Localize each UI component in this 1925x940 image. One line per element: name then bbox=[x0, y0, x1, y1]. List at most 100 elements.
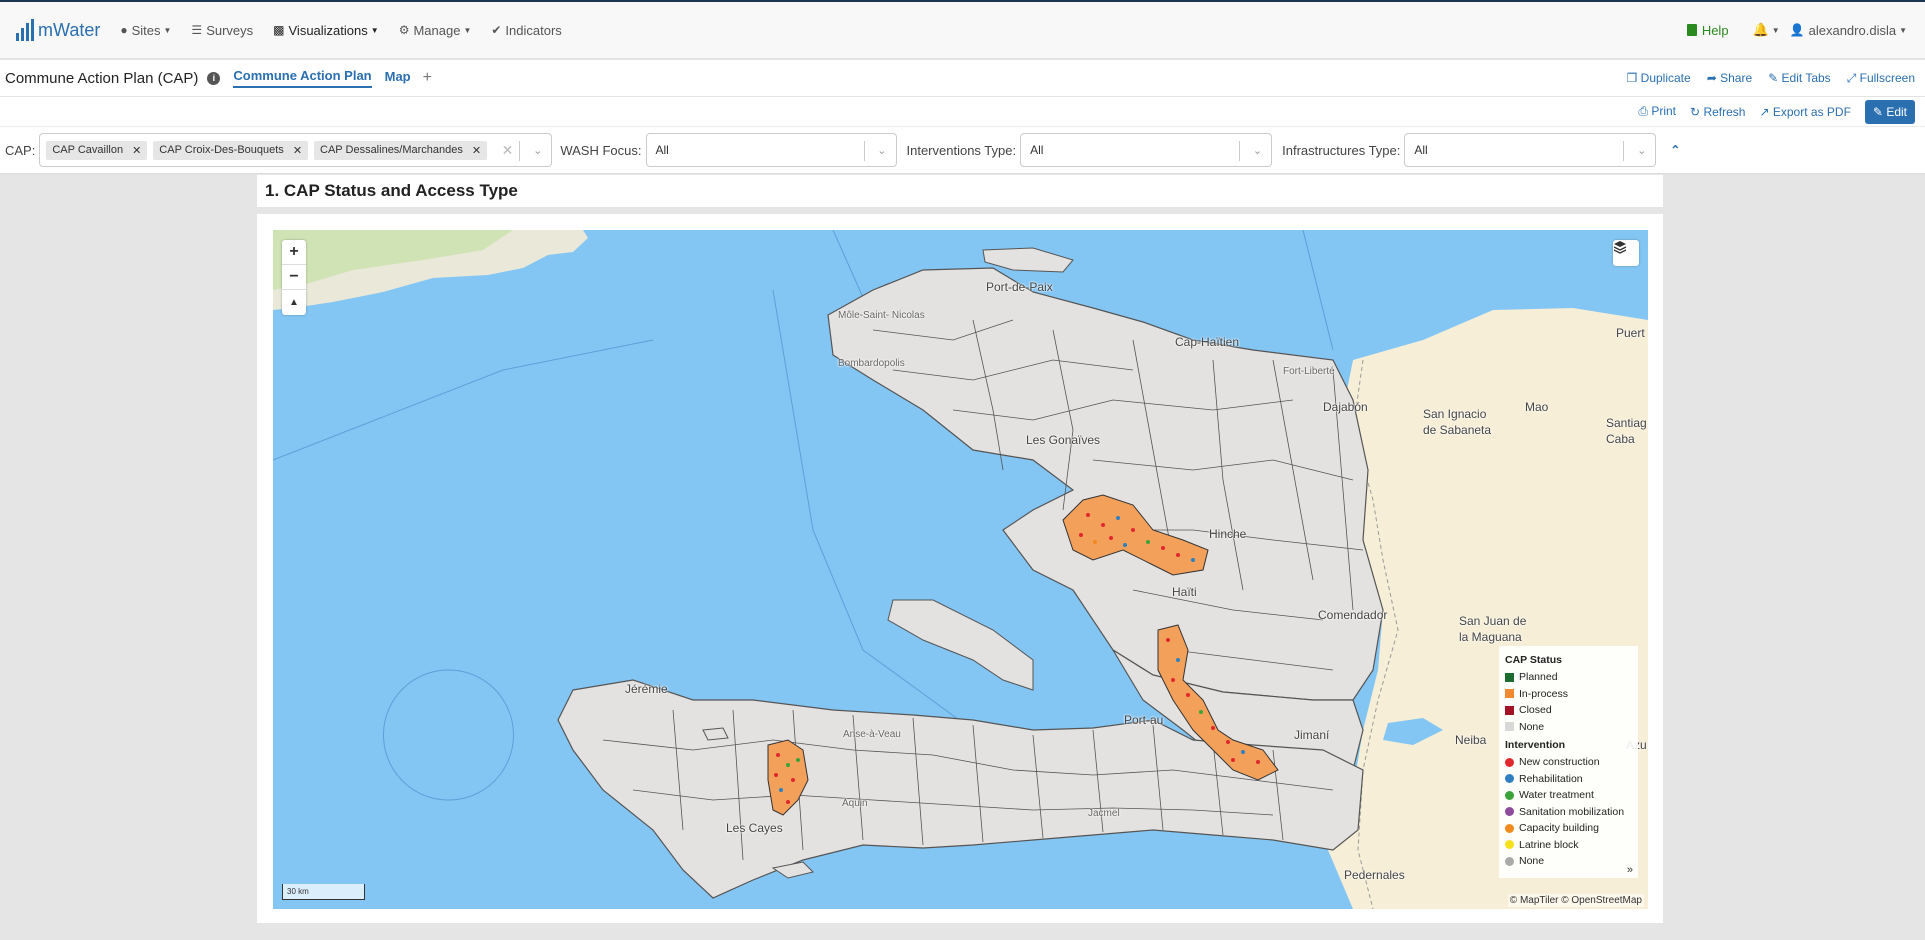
remove-chip-icon[interactable]: ✕ bbox=[132, 144, 141, 157]
nav-indicators[interactable]: ✔ Indicators bbox=[481, 23, 571, 38]
help-link[interactable]: Help bbox=[1686, 22, 1729, 38]
legend-item: Sanitation mobilization bbox=[1505, 804, 1632, 821]
map-label-jimani: Jimaní bbox=[1294, 728, 1330, 742]
add-tab-icon[interactable]: + bbox=[423, 69, 432, 87]
brand-name: mWater bbox=[38, 20, 101, 40]
legend-item: In-process bbox=[1505, 686, 1632, 703]
legend-item: None bbox=[1505, 853, 1632, 870]
section-title: 1. CAP Status and Access Type bbox=[257, 175, 1663, 207]
edit-tabs-button[interactable]: ✎ Edit Tabs bbox=[1768, 71, 1831, 86]
scale-bar: 30 km bbox=[282, 884, 365, 900]
interventions-filter-label: Interventions Type: bbox=[906, 142, 1017, 158]
legend-item: Water treatment bbox=[1505, 787, 1632, 804]
haiti-north-landmass bbox=[827, 267, 1384, 701]
clear-icon[interactable]: ✕ bbox=[502, 142, 514, 159]
edit-button[interactable]: ✎ Edit bbox=[1864, 99, 1915, 124]
info-icon[interactable]: i bbox=[207, 71, 221, 85]
nav-manage[interactable]: ⚙ Manage ▼ bbox=[389, 23, 482, 38]
remove-chip-icon[interactable]: ✕ bbox=[293, 144, 302, 157]
map-widget[interactable]: Port-de-Paix Môle-Saint- Nicolas Bombard… bbox=[273, 230, 1648, 909]
zoom-in-button[interactable]: + bbox=[282, 240, 306, 265]
map-label-les-cayes: Les Cayes bbox=[726, 821, 783, 835]
dot-water-treatment bbox=[1505, 790, 1514, 800]
dashboard-tabbar: Commune Action Plan (CAP) i Commune Acti… bbox=[0, 60, 1925, 97]
map-label-pedernales: Pedernales bbox=[1344, 868, 1405, 882]
remove-chip-icon[interactable]: ✕ bbox=[472, 144, 481, 157]
copy-icon: ❐ bbox=[1626, 70, 1638, 85]
legend-item: None bbox=[1505, 719, 1632, 736]
map-canvas[interactable] bbox=[273, 230, 1648, 909]
pencil-icon: ✎ bbox=[1768, 70, 1779, 85]
cap-filter-label: CAP: bbox=[5, 142, 36, 158]
bar-chart-icon: ▩ bbox=[273, 23, 285, 37]
map-label-fort-liberte: Fort-Liberté bbox=[1283, 366, 1335, 377]
main-navbar: mWater ● Sites ▼ ☰ Surveys ▩ Visualizati… bbox=[0, 2, 1925, 59]
collapse-filters-icon[interactable]: ⌃ bbox=[1670, 143, 1680, 157]
nav-visualizations-label: Visualizations bbox=[288, 22, 368, 38]
map-label-port-de-paix: Port-de-Paix bbox=[986, 280, 1053, 294]
infrastructures-type-select[interactable]: All ⌄ bbox=[1404, 133, 1657, 167]
notifications-button[interactable]: 🔔 ▼ bbox=[1747, 22, 1786, 38]
refresh-label: Refresh bbox=[1703, 104, 1746, 119]
map-attribution[interactable]: © MapTiler © OpenStreetMap bbox=[1507, 894, 1644, 907]
duplicate-button[interactable]: ❐ Duplicate bbox=[1627, 71, 1691, 86]
print-label: Print bbox=[1651, 104, 1677, 118]
share-button[interactable]: ➦ Share bbox=[1707, 71, 1752, 86]
wash-focus-value: All bbox=[655, 143, 669, 157]
chevron-down-icon[interactable]: ⌄ bbox=[877, 144, 886, 157]
dot-sanitation-mobilization bbox=[1505, 807, 1514, 817]
legend-collapse-icon[interactable]: » bbox=[1627, 864, 1633, 876]
map-label-neiba: Neiba bbox=[1455, 733, 1487, 747]
map-label-puerto: Puert bbox=[1616, 326, 1645, 340]
print-button[interactable]: ⎙ Print bbox=[1638, 104, 1676, 119]
swatch-closed bbox=[1505, 705, 1514, 715]
legend-item-label: Planned bbox=[1519, 671, 1558, 684]
chevron-down-icon[interactable]: ⌄ bbox=[533, 144, 542, 157]
expand-icon: ⤢ bbox=[1846, 70, 1857, 85]
nav-sites[interactable]: ● Sites ▼ bbox=[110, 23, 181, 38]
cap-filter-select[interactable]: CAP Cavaillon ✕ CAP Croix-Des-Bouquets ✕ C… bbox=[39, 133, 553, 167]
interventions-type-select[interactable]: All ⌄ bbox=[1020, 133, 1273, 167]
tab-commune-action-plan[interactable]: Commune Action Plan bbox=[233, 68, 372, 88]
ile-de-la-tortue bbox=[982, 247, 1074, 273]
map-label-haiti: Haïti bbox=[1172, 585, 1197, 599]
dot-none bbox=[1505, 856, 1514, 866]
legend-item-label: Latrine block bbox=[1519, 838, 1579, 851]
cap-chip: CAP Dessalines/Marchandes ✕ bbox=[314, 140, 488, 160]
help-label: Help bbox=[1701, 22, 1729, 38]
legend-item-label: Rehabilitation bbox=[1519, 772, 1583, 785]
legend-item: Capacity building bbox=[1505, 820, 1632, 837]
user-menu[interactable]: 👤 alexandro.disla ▼ bbox=[1786, 23, 1907, 38]
refresh-button[interactable]: ↻ Refresh bbox=[1690, 105, 1745, 119]
chevron-down-icon[interactable]: ⌄ bbox=[1253, 144, 1262, 157]
map-label-mole: Môle-Saint- Nicolas bbox=[838, 310, 925, 321]
chevron-down-icon[interactable]: ⌄ bbox=[1637, 144, 1646, 157]
zoom-out-button[interactable]: − bbox=[282, 265, 306, 290]
legend-item: Planned bbox=[1505, 669, 1632, 686]
map-label-san-ignacio: San Ignacio de Sabaneta bbox=[1423, 407, 1492, 437]
gear-icon: ⚙ bbox=[398, 23, 410, 37]
legend-item-label: None bbox=[1519, 720, 1545, 733]
infrastructures-filter-label: Infrastructures Type: bbox=[1282, 142, 1401, 158]
filter-bar: CAP: CAP Cavaillon ✕ CAP Croix-Des-Bouque… bbox=[0, 126, 1925, 174]
brand-logo[interactable]: mWater bbox=[16, 19, 100, 41]
swatch-planned bbox=[1505, 672, 1514, 682]
eez-circle bbox=[383, 669, 514, 801]
nav-sites-label: Sites bbox=[131, 22, 161, 38]
nav-visualizations[interactable]: ▩ Visualizations ▼ bbox=[263, 23, 389, 38]
nav-surveys[interactable]: ☰ Surveys bbox=[181, 23, 263, 38]
bell-icon: 🔔 bbox=[1752, 22, 1769, 37]
dot-new-construction bbox=[1505, 757, 1514, 767]
fullscreen-button[interactable]: ⤢ Fullscreen bbox=[1847, 71, 1915, 86]
reset-north-button[interactable]: ▲ bbox=[282, 290, 306, 315]
wash-focus-select[interactable]: All ⌄ bbox=[645, 133, 897, 167]
swatch-in-process bbox=[1505, 689, 1514, 699]
map-legend: CAP Status Planned In-process Closed Non… bbox=[1499, 646, 1638, 878]
tab-map[interactable]: Map bbox=[385, 69, 411, 87]
select-separator bbox=[863, 141, 865, 161]
export-pdf-button[interactable]: ↗ Export as PDF bbox=[1759, 105, 1850, 119]
caret-down-icon: ▼ bbox=[163, 25, 172, 35]
legend-item-label: In-process bbox=[1519, 687, 1569, 700]
legend-status-title: CAP Status bbox=[1505, 654, 1562, 666]
layers-button[interactable] bbox=[1613, 240, 1639, 266]
